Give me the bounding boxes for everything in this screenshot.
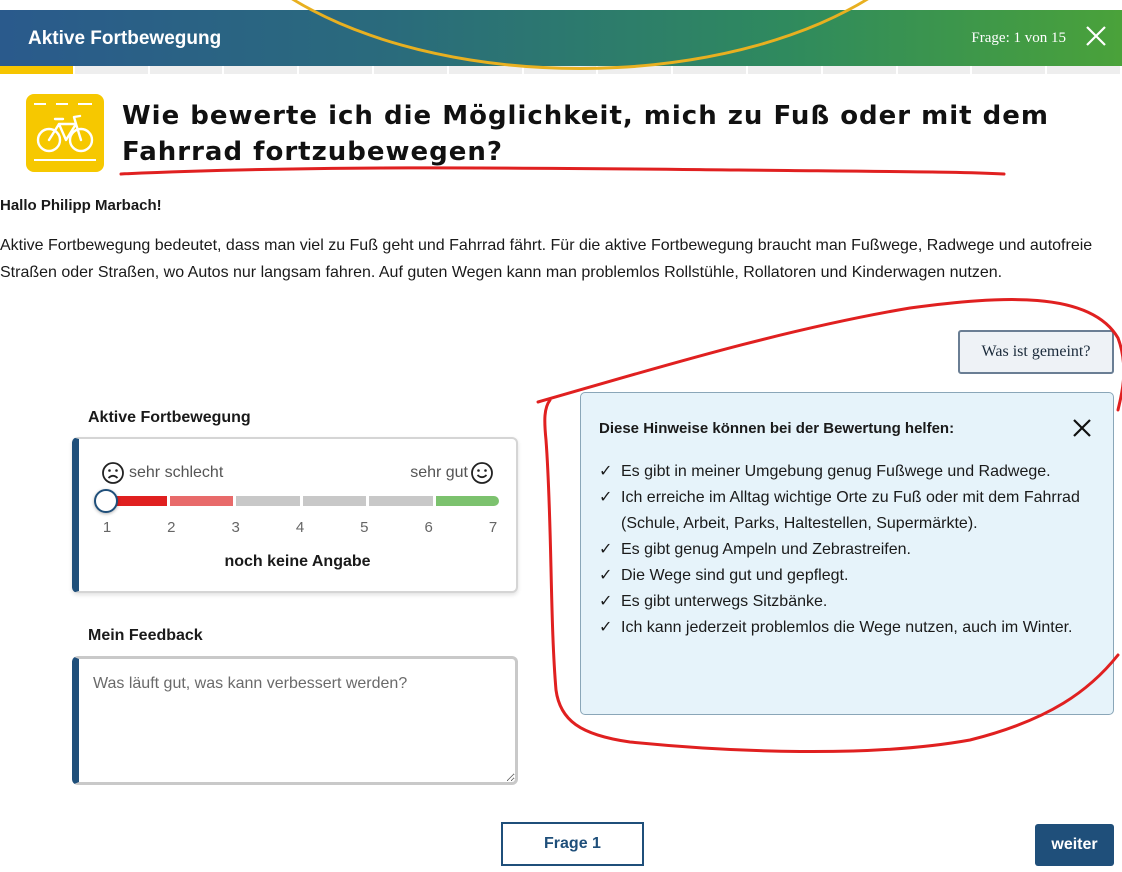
rating-slider-segment [169, 496, 236, 506]
rating-high-label: sehr gut [410, 464, 468, 481]
hint-item: ✓ Es gibt genug Ampeln und Zebrastreifen. [599, 537, 1089, 563]
checkmark-icon: ✓ [599, 463, 613, 480]
checkmark-icon: ✓ [599, 593, 613, 610]
hint-text: Ich kann jederzeit problemlos die Wege n… [621, 619, 1073, 636]
hint-text: Es gibt in meiner Umgebung genug Fußwege… [621, 463, 1051, 480]
progress-segment [448, 66, 524, 74]
close-icon[interactable] [1082, 22, 1110, 50]
rating-tick-label: 7 [488, 519, 498, 536]
hint-item: ✓ Ich erreiche im Alltag wichtige Orte zu… [599, 485, 1089, 537]
feedback-textarea[interactable] [79, 659, 515, 782]
rating-tick-label: 3 [231, 519, 240, 536]
hint-text: Es gibt unterwegs Sitzbänke. [621, 593, 828, 610]
happy-face-icon [470, 461, 494, 485]
close-icon[interactable] [1069, 415, 1095, 441]
hint-item: ✓ Es gibt unterwegs Sitzbänke. [599, 589, 1089, 615]
sad-face-icon [101, 461, 125, 485]
hint-text: Es gibt genug Ampeln und Zebrastreifen. [621, 541, 911, 558]
progress-segment [74, 66, 150, 74]
progress-segment [673, 66, 748, 74]
progress-segment [224, 66, 300, 74]
progress-segment [0, 66, 75, 74]
progress-segment [598, 66, 674, 74]
hint-item: ✓ Es gibt in meiner Umgebung genug Fußweg… [599, 459, 1089, 485]
question-nav-button[interactable]: Frage 1 [501, 822, 644, 866]
question-title: Wie bewerte ich die Möglichkeit, mich zu… [122, 101, 1049, 167]
rating-tick-label: 1 [102, 519, 112, 536]
hint-item: ✓ Die Wege sind gut und gepflegt. [599, 563, 1089, 589]
checkmark-icon: ✓ [599, 489, 613, 506]
progress-segment [373, 66, 449, 74]
rating-tick-label: 5 [360, 519, 369, 536]
progress-segment [822, 66, 898, 74]
hint-item: ✓ Ich kann jederzeit problemlos die Wege … [599, 615, 1089, 641]
progress-segment [1047, 66, 1122, 74]
progress-segment [299, 66, 374, 74]
rating-slider-handle[interactable] [94, 489, 118, 513]
next-button[interactable]: weiter [1035, 824, 1114, 866]
rating-tick-label: 4 [295, 519, 305, 536]
question-progress-bar [0, 66, 1122, 74]
question-counter: Frage: 1 von 15 [971, 30, 1066, 46]
rating-slider-segment [236, 496, 303, 506]
hints-panel: Diese Hinweise können bei der Bewertung … [580, 392, 1114, 715]
rating-slider-track[interactable] [103, 496, 499, 506]
what-is-meant-button[interactable]: Was ist gemeint? [958, 330, 1114, 374]
hint-text: Ich erreiche im Alltag wichtige Orte zu … [621, 489, 1080, 532]
rating-low-label: sehr schlecht [129, 464, 224, 481]
checkmark-icon: ✓ [599, 619, 613, 636]
rating-card: sehr schlecht sehr gut 1 2 3 4 5 6 7 noch kein… [72, 437, 518, 593]
bicycle-icon [26, 94, 104, 172]
rating-status: noch keine Angabe [224, 553, 371, 570]
rating-label: Aktive Fortbewegung [88, 409, 251, 426]
progress-segment [972, 66, 1048, 74]
rating-tick-label: 2 [167, 519, 176, 536]
hint-text: Die Wege sind gut und gepflegt. [621, 567, 849, 584]
feedback-label: Mein Feedback [88, 627, 203, 644]
checkmark-icon: ✓ [599, 541, 613, 558]
hints-title: Diese Hinweise können bei der Bewertung … [599, 420, 955, 437]
greeting-text: Hallo Philipp Marbach! [0, 197, 162, 214]
header-bar: Aktive Fortbewegung Frage: 1 von 15 [0, 10, 1122, 66]
hints-list: ✓ Es gibt in meiner Umgebung genug Fußweg… [599, 459, 1089, 641]
checkmark-icon: ✓ [599, 567, 613, 584]
progress-segment [747, 66, 823, 74]
rating-slider-segment [435, 496, 499, 506]
intro-paragraph: Aktive Fortbewegung bedeutet, dass man v… [0, 237, 1093, 281]
header-title: Aktive Fortbewegung [28, 28, 222, 49]
feedback-field-container [72, 656, 518, 785]
progress-segment [149, 66, 225, 74]
rating-scale-ticks: 1 2 3 4 5 6 7 [103, 519, 497, 539]
progress-segment [897, 66, 973, 74]
rating-tick-label: 6 [424, 519, 433, 536]
rating-slider-segment [302, 496, 369, 506]
progress-segment [523, 66, 599, 74]
rating-slider-segment [369, 496, 436, 506]
